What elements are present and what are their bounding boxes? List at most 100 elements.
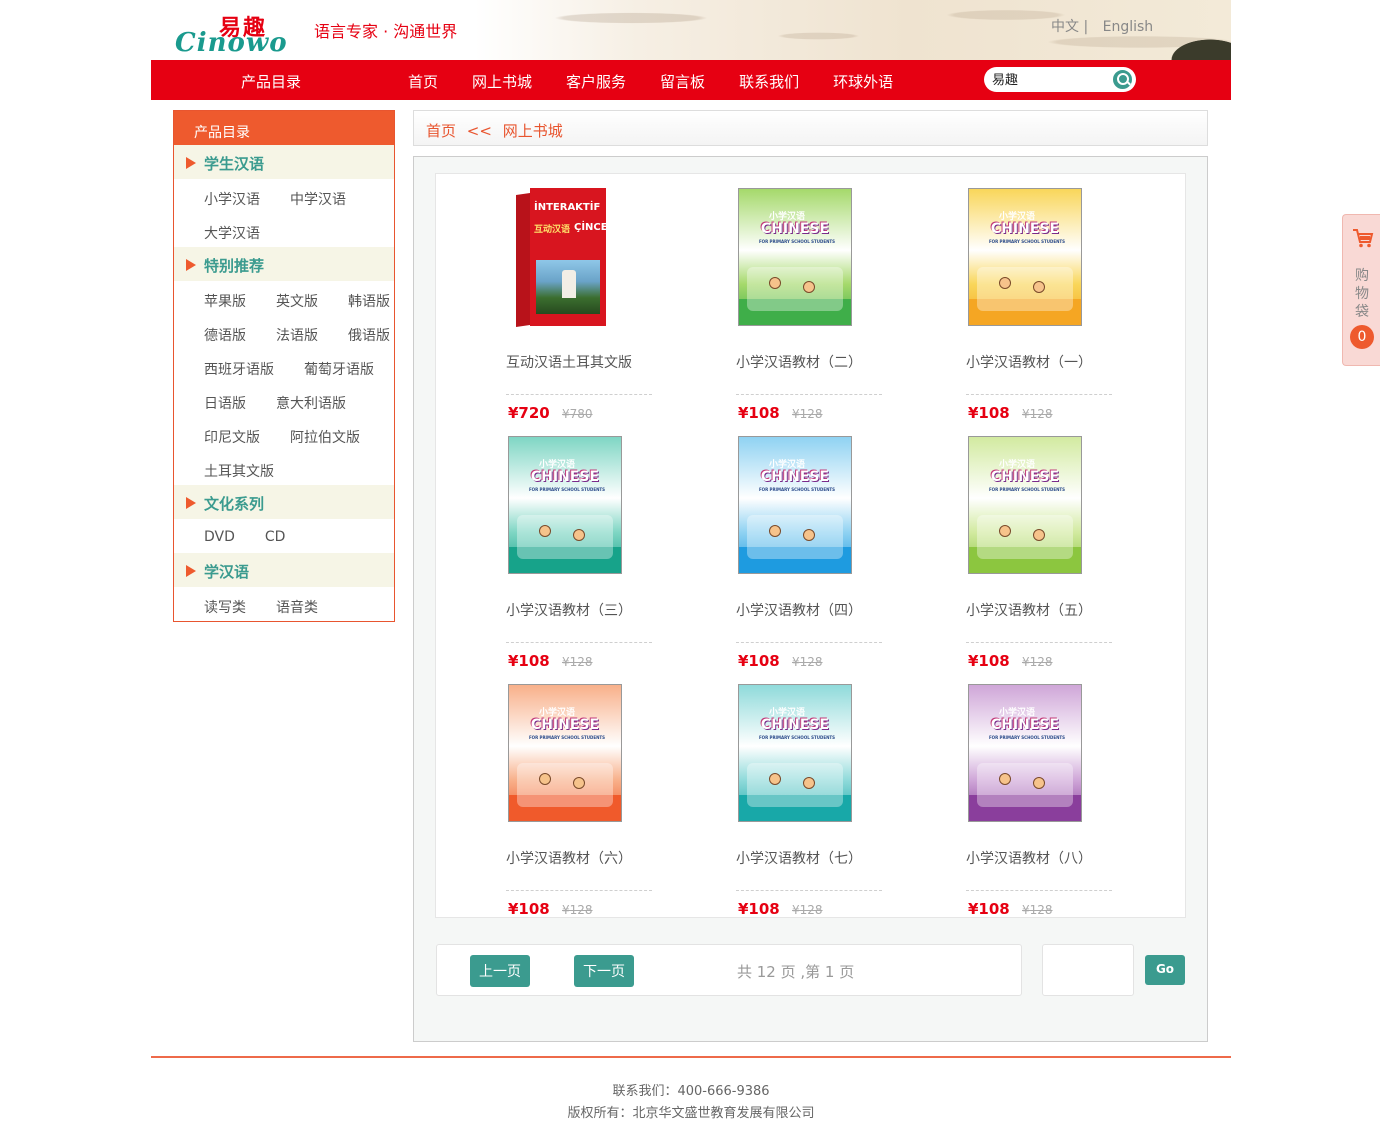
product-card[interactable]: 小学汉语 CHINESE FOR PRIMARY SCHOOL STUDENTS 小学… <box>966 188 1116 428</box>
next-page-button[interactable]: 下一页 <box>574 955 634 987</box>
cover-title: CHINESE <box>990 221 1060 237</box>
category-link[interactable]: 苹果版 <box>204 291 246 315</box>
product-cover-image[interactable]: 小学汉语 CHINESE FOR PRIMARY SCHOOL STUDENTS <box>968 436 1082 574</box>
product-card[interactable]: 小学汉语 CHINESE FOR PRIMARY SCHOOL STUDENTS 小学… <box>966 436 1116 676</box>
category-link[interactable]: 大学汉语 <box>204 223 260 247</box>
product-original-price: ¥128 <box>1022 407 1053 421</box>
cover-child-figure <box>803 777 815 789</box>
product-cover-image[interactable]: 小学汉语 CHINESE FOR PRIMARY SCHOOL STUDENTS <box>508 436 622 574</box>
product-cover-image[interactable]: 小学汉语 CHINESE FOR PRIMARY SCHOOL STUDENTS <box>968 684 1082 822</box>
product-name[interactable]: 小学汉语教材（七） <box>736 848 896 868</box>
nav-item-home[interactable]: 首页 <box>408 71 438 92</box>
product-price: ¥108 <box>738 404 780 422</box>
site-header: 易趣 Cinowo 语言专家 · 沟通世界 中文 | English <box>151 0 1231 60</box>
product-original-price: ¥128 <box>562 655 593 669</box>
cover-child-figure <box>539 525 551 537</box>
lang-chinese-link[interactable]: 中文 | <box>1051 19 1088 35</box>
nav-item-service[interactable]: 客户服务 <box>566 71 626 92</box>
product-card[interactable]: 小学汉语 CHINESE FOR PRIMARY SCHOOL STUDENTS 小学… <box>506 684 656 924</box>
cover-title: İNTERAKTİF <box>534 202 601 213</box>
product-cover-image[interactable]: 小学汉语 CHINESE FOR PRIMARY SCHOOL STUDENTS <box>738 684 852 822</box>
category-link[interactable]: 德语版 <box>204 325 246 349</box>
product-name[interactable]: 小学汉语教材（三） <box>506 600 666 620</box>
product-panel: İNTERAKTİF 互动汉语 ÇİNCE 互动汉语土耳其文版 ¥720 ¥780 小学汉语… <box>413 156 1208 1042</box>
product-card[interactable]: 小学汉语 CHINESE FOR PRIMARY SCHOOL STUDENTS 小学… <box>736 684 886 924</box>
product-cover-image[interactable]: İNTERAKTİF 互动汉语 ÇİNCE <box>516 188 608 327</box>
nav-item-contact[interactable]: 联系我们 <box>739 71 799 92</box>
category-link[interactable]: CD <box>265 529 286 553</box>
product-card[interactable]: 小学汉语 CHINESE FOR PRIMARY SCHOOL STUDENTS 小学… <box>506 436 656 676</box>
product-divider <box>966 890 1112 891</box>
category-link[interactable]: 语音类 <box>276 597 318 621</box>
category-title[interactable]: 特别推荐 <box>174 247 394 281</box>
nav-item-guestbook[interactable]: 留言板 <box>660 71 705 92</box>
product-divider <box>966 642 1112 643</box>
logo-english-text: Cinowo <box>175 28 288 58</box>
nav-catalog[interactable]: 产品目录 <box>241 71 301 92</box>
category-link[interactable]: 意大利语版 <box>276 393 346 417</box>
product-name[interactable]: 小学汉语教材（八） <box>966 848 1126 868</box>
cart-label: 购物袋 <box>1355 268 1369 320</box>
product-name[interactable]: 互动汉语土耳其文版 <box>506 352 666 372</box>
category-link[interactable]: 中学汉语 <box>290 189 346 213</box>
nav-item-bookstore[interactable]: 网上书城 <box>472 71 532 92</box>
breadcrumb-separator: << <box>466 122 492 140</box>
category-link[interactable]: DVD <box>204 529 235 553</box>
product-name[interactable]: 小学汉语教材（一） <box>966 352 1126 372</box>
product-divider <box>966 394 1112 395</box>
slogan: 语言专家 · 沟通世界 <box>314 22 458 41</box>
shopping-cart-float[interactable]: 购物袋 0 <box>1342 214 1380 366</box>
product-price: ¥108 <box>968 652 1010 670</box>
product-name[interactable]: 小学汉语教材（六） <box>506 848 666 868</box>
product-cover-image[interactable]: 小学汉语 CHINESE FOR PRIMARY SCHOOL STUDENTS <box>508 684 622 822</box>
site-logo[interactable]: 易趣 Cinowo <box>175 10 295 58</box>
category-row: 日语版 意大利语版 <box>174 383 394 417</box>
category-row: 印尼文版 阿拉伯文版 <box>174 417 394 451</box>
product-card[interactable]: 小学汉语 CHINESE FOR PRIMARY SCHOOL STUDENTS 小学… <box>736 436 886 676</box>
cover-subtitle: FOR PRIMARY SCHOOL STUDENTS <box>988 735 1066 740</box>
cover-illustration <box>517 763 613 807</box>
category-title[interactable]: 学汉语 <box>174 553 394 587</box>
category-link[interactable]: 土耳其文版 <box>204 461 274 485</box>
category-title[interactable]: 文化系列 <box>174 485 394 519</box>
category-link[interactable]: 小学汉语 <box>204 189 260 213</box>
product-divider <box>506 890 652 891</box>
cover-title: CHINESE <box>760 221 830 237</box>
category-link[interactable]: 法语版 <box>276 325 318 349</box>
nav-item-global-language[interactable]: 环球外语 <box>833 71 893 92</box>
product-name[interactable]: 小学汉语教材（四） <box>736 600 896 620</box>
cover-child-figure <box>803 281 815 293</box>
category-link[interactable]: 葡萄牙语版 <box>304 359 374 383</box>
cover-subtitle: FOR PRIMARY SCHOOL STUDENTS <box>528 487 606 492</box>
footer-copyright: 版权所有：北京华文盛世教育发展有限公司 <box>567 1106 815 1121</box>
category-link[interactable]: 日语版 <box>204 393 246 417</box>
product-name[interactable]: 小学汉语教材（五） <box>966 600 1126 620</box>
category-link[interactable]: 俄语版 <box>348 325 390 349</box>
product-card[interactable]: İNTERAKTİF 互动汉语 ÇİNCE 互动汉语土耳其文版 ¥720 ¥780 <box>506 188 656 428</box>
footer-divider <box>151 1056 1231 1058</box>
prev-page-button[interactable]: 上一页 <box>470 955 530 987</box>
product-card[interactable]: 小学汉语 CHINESE FOR PRIMARY SCHOOL STUDENTS 小学… <box>736 188 886 428</box>
category-link[interactable]: 阿拉伯文版 <box>290 427 360 451</box>
page-number-input[interactable] <box>1042 944 1134 996</box>
category-link[interactable]: 英文版 <box>276 291 318 315</box>
go-button[interactable]: Go <box>1145 955 1185 985</box>
search-input[interactable] <box>992 71 1112 86</box>
cover-child-figure <box>999 525 1011 537</box>
product-card[interactable]: 小学汉语 CHINESE FOR PRIMARY SCHOOL STUDENTS 小学… <box>966 684 1116 924</box>
category-link[interactable]: 印尼文版 <box>204 427 260 451</box>
breadcrumb: 首页 << 网上书城 <box>413 110 1208 146</box>
category-title[interactable]: 学生汉语 <box>174 145 394 179</box>
lang-english-link[interactable]: English <box>1103 19 1154 35</box>
category-link[interactable]: 读写类 <box>204 597 246 621</box>
search-icon[interactable] <box>1111 68 1134 91</box>
cover-illustration <box>977 267 1073 311</box>
category-link[interactable]: 西班牙语版 <box>204 359 274 383</box>
product-cover-image[interactable]: 小学汉语 CHINESE FOR PRIMARY SCHOOL STUDENTS <box>738 436 852 574</box>
category-link[interactable]: 韩语版 <box>348 291 390 315</box>
product-original-price: ¥128 <box>562 903 593 917</box>
product-name[interactable]: 小学汉语教材（二） <box>736 352 896 372</box>
product-cover-image[interactable]: 小学汉语 CHINESE FOR PRIMARY SCHOOL STUDENTS <box>738 188 852 326</box>
breadcrumb-home[interactable]: 首页 <box>426 122 456 140</box>
product-cover-image[interactable]: 小学汉语 CHINESE FOR PRIMARY SCHOOL STUDENTS <box>968 188 1082 326</box>
